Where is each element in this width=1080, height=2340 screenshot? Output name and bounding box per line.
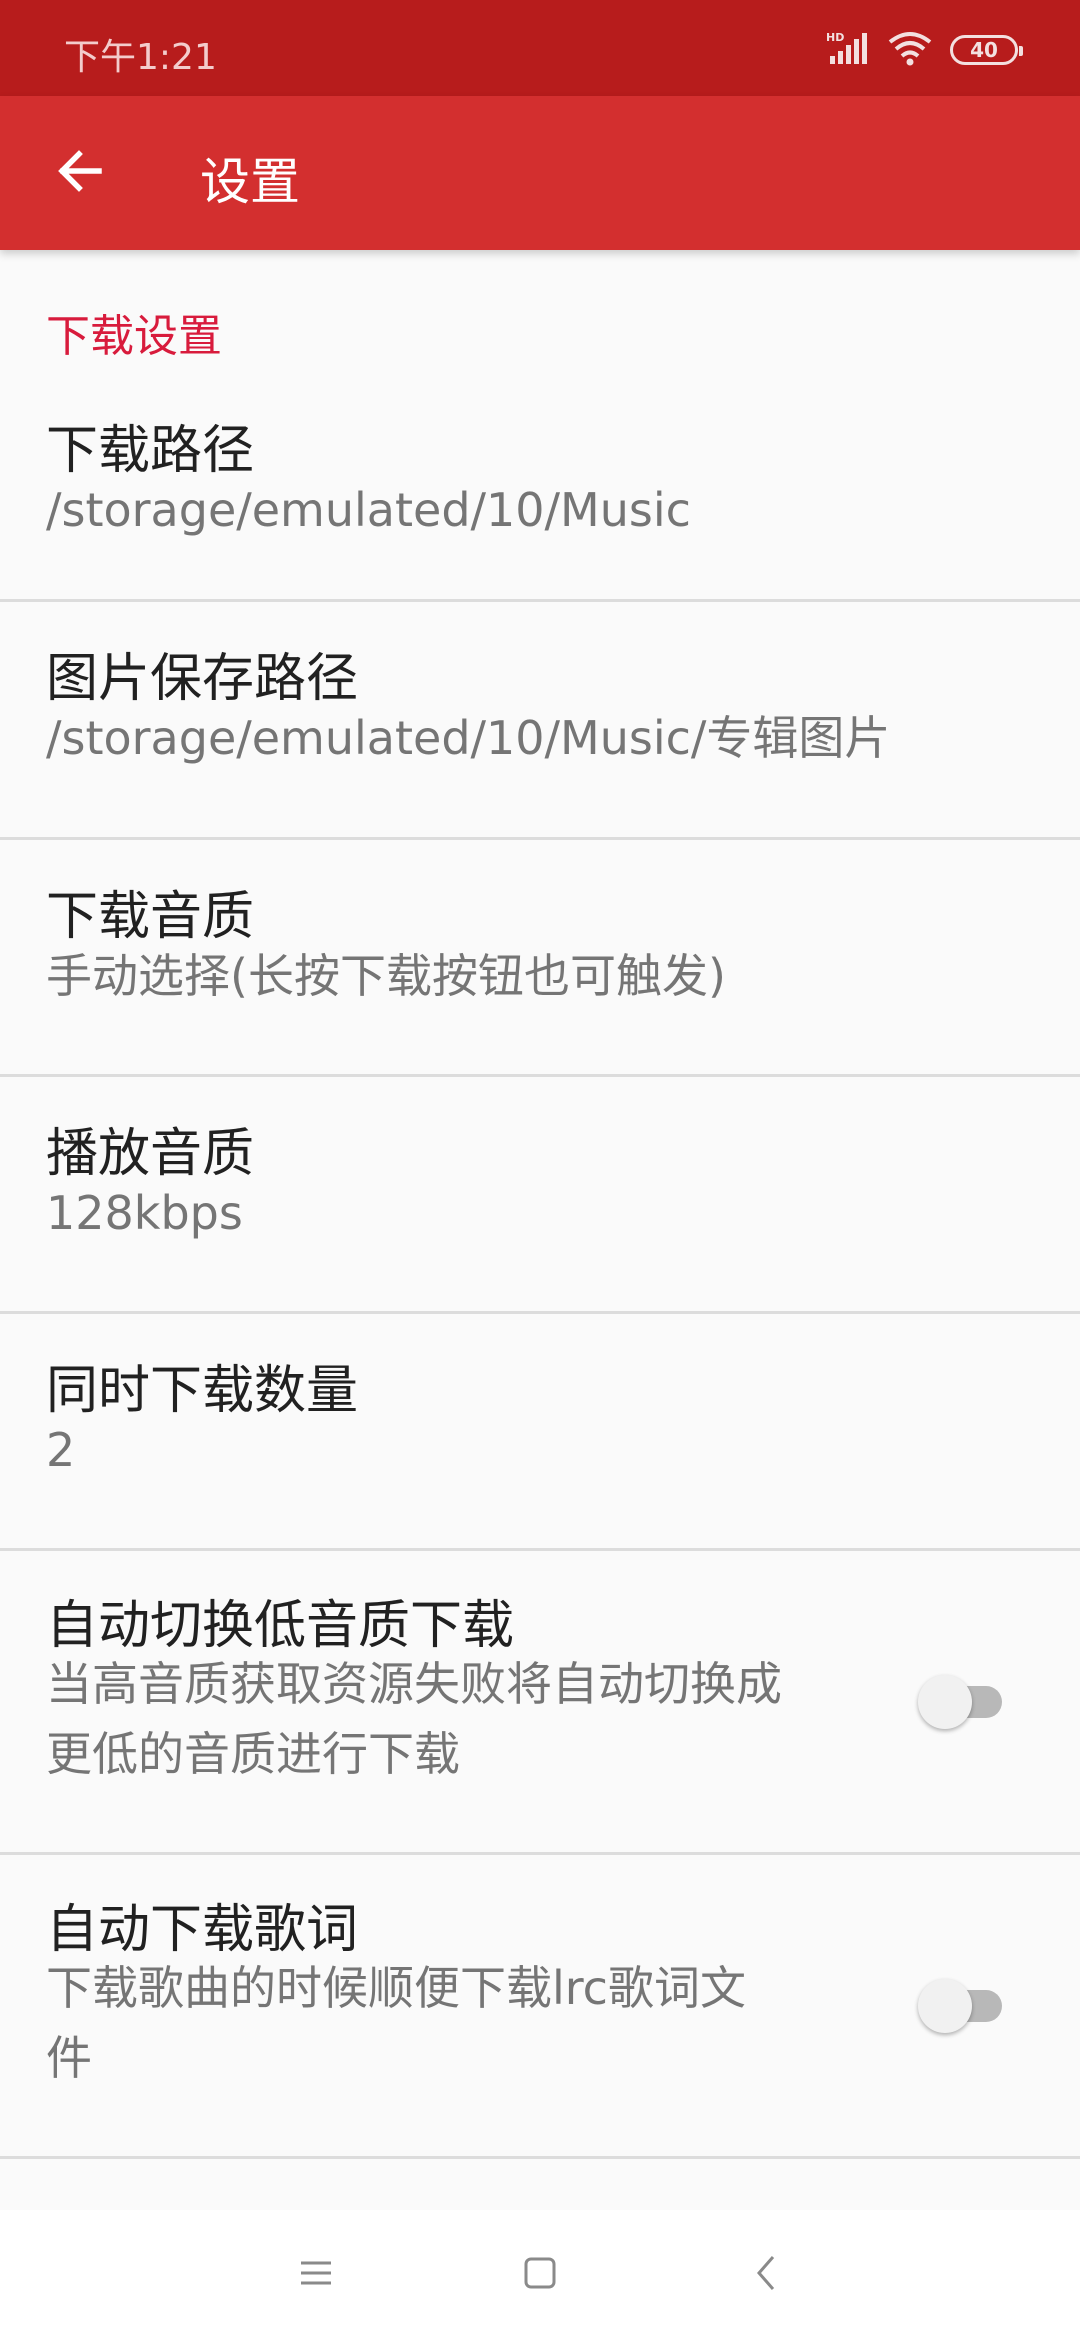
menu-icon <box>298 2258 334 2292</box>
pref-summary: /storage/emulated/10/Music <box>46 483 691 537</box>
settings-list[interactable]: 下载设置 下载路径 /storage/emulated/10/Music 图片保… <box>0 250 1080 2210</box>
pref-summary-line-2: 件 <box>46 2031 92 2085</box>
pref-summary-line-1: 当高音质获取资源失败将自动切换成 <box>46 1657 782 1711</box>
switch-thumb <box>918 1979 972 2033</box>
pref-title: 下载音质 <box>46 887 255 947</box>
home-square-icon <box>522 2255 558 2295</box>
pref-title: 自动切换低音质下载 <box>46 1596 515 1656</box>
pref-download-quality[interactable]: 下载音质 手动选择(长按下载按钮也可触发) <box>0 840 1080 1077</box>
pref-summary-line-2: 更低的音质进行下载 <box>46 1727 460 1781</box>
pref-summary: 128kbps <box>46 1186 243 1240</box>
nav-menu-button[interactable] <box>286 2245 346 2305</box>
pref-download-path[interactable]: 下载路径 /storage/emulated/10/Music <box>0 380 1080 602</box>
auto-lower-quality-switch[interactable] <box>918 1672 1008 1732</box>
back-chevron-icon <box>751 2253 781 2297</box>
pref-summary-line-1: 下载歌曲的时候顺便下载lrc歌词文 <box>46 1961 746 2015</box>
pref-title: 播放音质 <box>46 1124 255 1184</box>
pref-summary: 手动选择(长按下载按钮也可触发) <box>46 949 726 1003</box>
battery-icon: 40 <box>950 35 1023 65</box>
pref-concurrent-downloads[interactable]: 同时下载数量 2 <box>0 1314 1080 1551</box>
pref-auto-lower-quality[interactable]: 自动切换低音质下载 当高音质获取资源失败将自动切换成 更低的音质进行下载 <box>0 1551 1080 1855</box>
pref-title: 自动下载歌词 <box>46 1900 359 1960</box>
section-header-download: 下载设置 <box>46 311 222 362</box>
status-time: 下午1:21 <box>64 37 217 78</box>
switch-thumb <box>918 1675 972 1729</box>
hd-signal-icon: HD <box>826 30 870 70</box>
status-bar: 下午1:21 HD 40 <box>0 0 1080 96</box>
pref-play-quality[interactable]: 播放音质 128kbps <box>0 1077 1080 1314</box>
pref-title: 同时下载数量 <box>46 1361 359 1421</box>
nav-back-button[interactable] <box>736 2245 796 2305</box>
nav-home-button[interactable] <box>510 2245 570 2305</box>
svg-text:HD: HD <box>826 31 844 44</box>
pref-auto-download-lyrics[interactable]: 自动下载歌词 下载歌曲的时候顺便下载lrc歌词文 件 <box>0 1855 1080 2159</box>
arrow-left-icon <box>55 146 105 200</box>
pref-image-save-path[interactable]: 图片保存路径 /storage/emulated/10/Music/专辑图片 <box>0 602 1080 840</box>
pref-title: 图片保存路径 <box>46 649 359 709</box>
status-icons: HD 40 <box>826 30 1023 70</box>
pref-summary: /storage/emulated/10/Music/专辑图片 <box>46 711 891 765</box>
pref-summary: 2 <box>46 1423 76 1477</box>
wifi-icon <box>888 30 932 70</box>
page-title: 设置 <box>200 153 300 211</box>
back-button[interactable] <box>40 133 120 213</box>
pref-title: 下载路径 <box>46 421 255 481</box>
auto-download-lyrics-switch[interactable] <box>918 1976 1008 2036</box>
app-bar: 设置 <box>0 96 1080 250</box>
system-nav-bar <box>0 2210 1080 2340</box>
